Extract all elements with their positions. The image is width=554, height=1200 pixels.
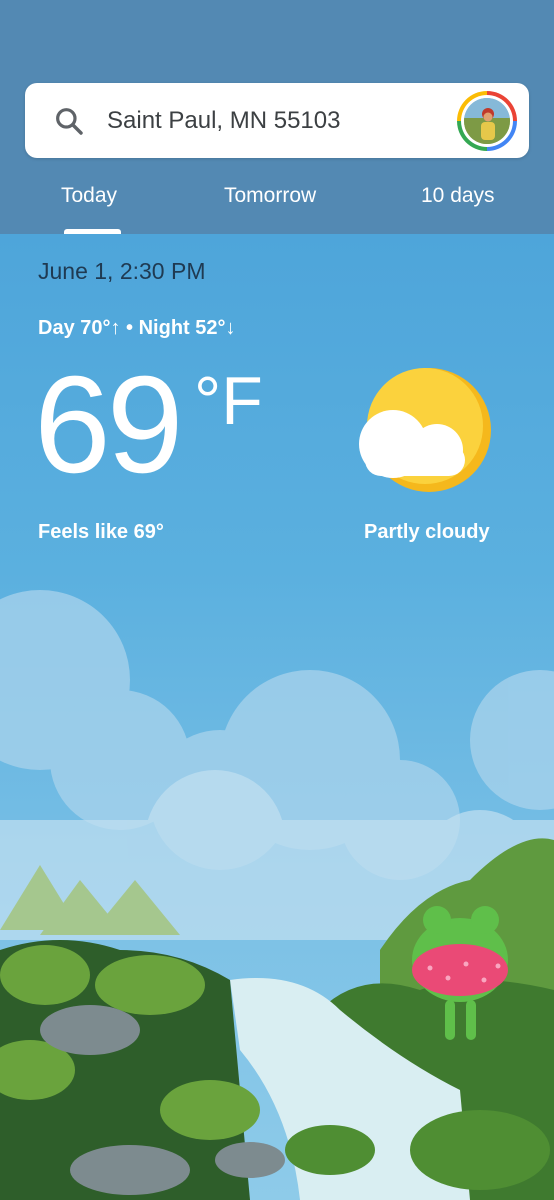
partly-cloudy-icon — [359, 368, 491, 492]
location-text[interactable]: Saint Paul, MN 55103 — [107, 105, 340, 137]
tab-bar: Today Tomorrow 10 days — [0, 170, 554, 234]
avatar-photo — [464, 98, 510, 144]
tab-10-days[interactable]: 10 days — [421, 182, 495, 210]
tab-tomorrow[interactable]: Tomorrow — [224, 182, 316, 210]
avatar-ring-inner — [461, 95, 513, 147]
avatar[interactable] — [457, 91, 517, 151]
temperature-unit: °F — [194, 363, 263, 439]
weather-condition: Partly cloudy — [364, 521, 490, 543]
feels-like: Feels like 69° — [38, 521, 164, 543]
current-datetime: June 1, 2:30 PM — [38, 258, 206, 284]
search-bar[interactable]: Saint Paul, MN 55103 — [25, 83, 529, 158]
current-temperature: 69 — [34, 348, 183, 502]
search-icon[interactable] — [53, 105, 85, 137]
avatar-person-icon — [464, 98, 510, 144]
landscape-illustration — [0, 590, 554, 1200]
tab-today[interactable]: Today — [61, 182, 117, 210]
top-bar: Saint Paul, MN 55103 Today Tomorrow 10 d… — [0, 0, 554, 234]
day-night-temps: Day 70°↑ • Night 52°↓ — [38, 317, 236, 339]
